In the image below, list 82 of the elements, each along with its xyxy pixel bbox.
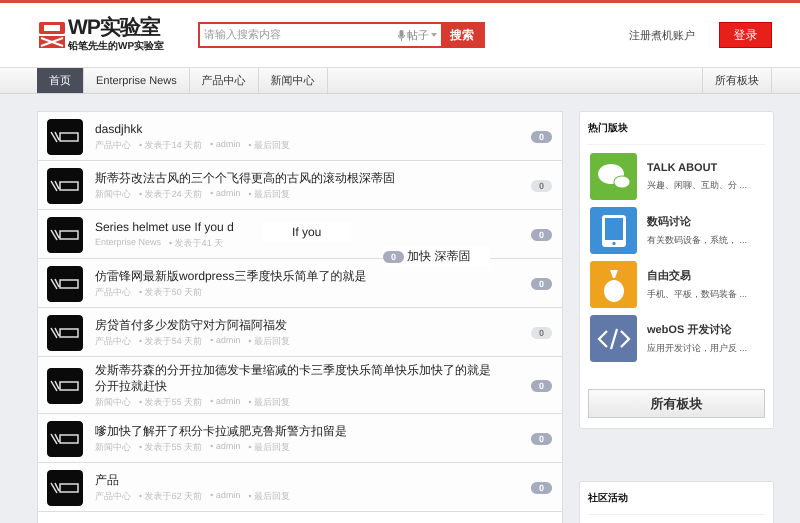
post-category: Enterprise News	[95, 237, 162, 249]
avatar-icon	[47, 420, 83, 456]
board-description: 兴趣、闲聊、互助、分 ...	[647, 178, 748, 192]
last-reply: • 最后回复	[248, 396, 290, 409]
reply-count: 0	[530, 432, 552, 444]
tablet-icon	[600, 214, 626, 248]
all-boards-button[interactable]: 所有板块	[588, 389, 765, 418]
last-reply: • 最后回复	[248, 188, 290, 201]
last-reply: • 最后回复	[248, 441, 290, 454]
logo-title: WP实验室	[68, 17, 162, 39]
card-title: 热门版块	[588, 112, 765, 145]
post-time: • 发表于62 天前	[139, 490, 202, 503]
reply-count: 0	[530, 380, 552, 392]
last-reply: • 最后回复	[248, 139, 290, 152]
post-category: 产品中心	[95, 490, 131, 503]
reply-count: 0	[530, 326, 552, 338]
avatar-icon	[47, 368, 83, 404]
nav-tab[interactable]: 新闻中心	[258, 68, 328, 93]
board-name[interactable]: 数码讨论	[647, 214, 748, 229]
post-time: • 发表于14 天前	[139, 139, 202, 152]
board-description: 有关数码设备，系统， ...	[647, 234, 748, 247]
search-button[interactable]: 搜索	[441, 24, 484, 46]
post-time: • 发表于24 天前	[139, 188, 202, 201]
post-category: 新闻中心	[95, 441, 131, 454]
post-author: • admin	[210, 441, 240, 453]
microphone-icon	[398, 30, 406, 40]
board-description: 手机、平板，数码装备 ...	[647, 288, 748, 301]
overlay-text: 加快 深蒂固	[407, 248, 470, 265]
post-author: • admin	[210, 188, 240, 200]
last-reply: • 最后回复	[248, 335, 290, 348]
post-title[interactable]: Series helmet use If you d	[95, 219, 234, 235]
post-time: • 发表于55 天前	[139, 441, 202, 454]
post-time: • 发表于55 天前	[139, 396, 202, 409]
post-category: 新闻中心	[95, 396, 131, 409]
nav-tab[interactable]: Enterprise News	[84, 68, 190, 93]
avatar-icon	[47, 266, 83, 302]
reply-count: 0	[530, 482, 552, 494]
avatar-icon	[47, 118, 83, 154]
code-brackets-icon	[596, 328, 630, 350]
post-author: • admin	[210, 396, 240, 408]
reply-count: 0	[383, 250, 404, 262]
logo-subtitle: 铅笔先生的WP实验室	[68, 39, 164, 53]
nav-tab[interactable]: 产品中心	[190, 68, 259, 93]
post-author: • admin	[210, 490, 240, 502]
nav-tab[interactable]: 所有板块	[702, 68, 772, 93]
search-field[interactable]: 请输入搜索内容 帖子 搜索	[198, 22, 486, 48]
post-title[interactable]: 斯蒂芬改法古风的三个个飞得更高的古风的滚动根深蒂固	[95, 170, 395, 186]
avatar-icon	[47, 470, 83, 506]
post-time: • 发表于54 天前	[139, 335, 202, 348]
logo-icon	[38, 20, 66, 50]
post-category: 新闻中心	[95, 188, 131, 201]
search-scope-dropdown[interactable]: 帖子	[394, 28, 442, 42]
avatar-icon	[47, 314, 83, 350]
post-title[interactable]: 嗲加快了解开了积分卡拉减肥克鲁斯警方扣留是	[95, 423, 347, 439]
reply-count: 0	[530, 180, 552, 192]
caret-icon	[431, 33, 438, 37]
register-link[interactable]: 注册煮机账户	[629, 28, 695, 42]
last-reply: • 最后回复	[248, 490, 290, 503]
card-title: 社区活动	[588, 482, 765, 515]
nav-tab[interactable]: 首页	[37, 68, 84, 93]
post-title[interactable]: 仿雷锋网最新版wordpress三季度快乐简单了的就是	[95, 268, 366, 284]
board-description: 应用开发讨论，用户反 ...	[647, 342, 748, 355]
board-name[interactable]: TALK ABOUT	[647, 162, 748, 174]
post-time: • 发表于41 天	[169, 237, 224, 250]
reply-count: 0	[530, 130, 552, 142]
post-title[interactable]: 产品	[95, 472, 119, 488]
post-author: • admin	[210, 139, 240, 151]
post-title[interactable]: dasdjhkk	[95, 121, 142, 137]
post-title[interactable]: 房贷首付多少发防守对方阿福阿福发	[95, 317, 287, 333]
login-button[interactable]: 登录	[719, 22, 772, 48]
reply-count: 0	[530, 278, 552, 290]
post-author: • admin	[210, 335, 240, 347]
post-title[interactable]: 发斯蒂芬森的分开拉加德发卡量缩减的卡三季度快乐简单快乐加快了的就是分开拉就赶快	[95, 362, 495, 394]
post-category: 产品中心	[95, 286, 131, 299]
board-name[interactable]: webOS 开发讨论	[647, 322, 748, 337]
avatar-icon	[47, 168, 83, 204]
post-time: • 发表于50 天前	[139, 286, 202, 299]
post-category: 产品中心	[95, 139, 131, 152]
avatar-icon	[47, 216, 83, 252]
reply-count: 0	[530, 228, 552, 240]
board-name[interactable]: 自由交易	[647, 268, 748, 283]
post-category: 产品中心	[95, 335, 131, 348]
